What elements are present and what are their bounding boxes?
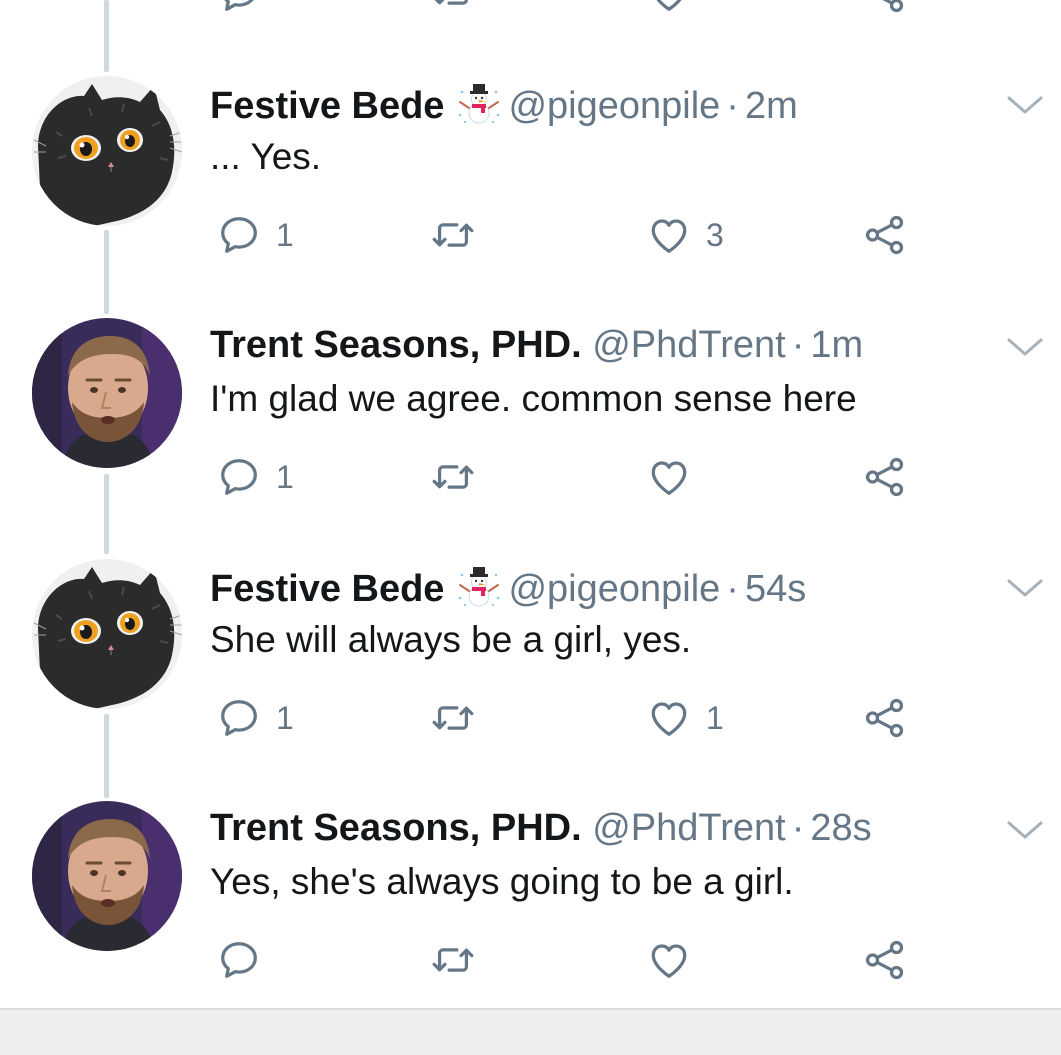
reply-icon	[216, 695, 262, 741]
share-icon	[862, 695, 908, 741]
tweet-header: Festive Bede @pigeonpile · 54s	[210, 563, 806, 612]
separator: ·	[791, 807, 805, 849]
reply-button[interactable]	[216, 937, 276, 983]
retweet-icon	[430, 937, 476, 983]
heart-icon[interactable]	[646, 0, 692, 16]
retweet-icon	[430, 695, 476, 741]
display-name[interactable]: Festive Bede	[210, 85, 444, 127]
snowman-emoji-icon	[456, 563, 502, 609]
reply-count: 1	[276, 699, 294, 736]
like-button[interactable]	[646, 937, 706, 983]
reply-button[interactable]: 1	[216, 212, 294, 258]
avatar[interactable]	[32, 76, 182, 226]
like-button[interactable]: 3	[646, 212, 724, 258]
snowman-emoji-icon	[456, 80, 502, 126]
previous-tweet-actions	[210, 0, 930, 10]
tweet-actions: 1	[210, 454, 930, 500]
tweet[interactable]: Trent Seasons, PHD. @PhdTrent · 1m I'm gla…	[0, 318, 1061, 558]
reply-icon	[216, 212, 262, 258]
reply-button[interactable]: 1	[216, 695, 294, 741]
reply-button[interactable]: 1	[216, 454, 294, 500]
handle[interactable]: @pigeonpile	[508, 85, 720, 127]
avatar[interactable]	[32, 318, 182, 468]
chevron-down-icon[interactable]	[1004, 332, 1046, 362]
like-button[interactable]: 1	[646, 695, 724, 741]
share-button[interactable]	[862, 937, 908, 983]
tweet-header: Trent Seasons, PHD. @PhdTrent · 1m	[210, 322, 863, 368]
tweet[interactable]: Festive Bede @pigeonpile · 2m ... Yes. 1 3	[0, 76, 1061, 316]
reply-icon	[216, 454, 262, 500]
bottom-bar	[0, 1008, 1061, 1055]
handle[interactable]: @PhdTrent	[592, 807, 785, 849]
chevron-down-icon[interactable]	[1004, 90, 1046, 120]
retweet-button[interactable]	[430, 454, 490, 500]
man-portrait-avatar	[32, 801, 182, 951]
tweet-text: ... Yes.	[210, 136, 322, 177]
reply-icon	[216, 937, 262, 983]
retweet-button[interactable]	[430, 212, 490, 258]
heart-icon	[646, 454, 692, 500]
like-button[interactable]	[646, 454, 706, 500]
separator: ·	[726, 568, 739, 610]
tweet-actions	[210, 937, 930, 983]
reply-count: 1	[276, 458, 294, 495]
like-count: 1	[706, 699, 724, 736]
heart-icon	[646, 212, 692, 258]
tweet-header: Festive Bede @pigeonpile · 2m	[210, 80, 798, 129]
retweet-icon	[430, 454, 476, 500]
timestamp[interactable]: 28s	[810, 807, 871, 849]
man-portrait-avatar	[32, 318, 182, 468]
tweet[interactable]: Festive Bede @pigeonpile · 54s She will alw…	[0, 559, 1061, 799]
timestamp[interactable]: 2m	[745, 85, 798, 127]
retweet-icon[interactable]	[430, 0, 476, 16]
tweet-text: I'm glad we agree. common sense here	[210, 378, 857, 419]
share-button[interactable]	[862, 695, 908, 741]
tweet-text: She will always be a girl, yes.	[210, 619, 692, 660]
avatar[interactable]	[32, 801, 182, 951]
heart-icon	[646, 937, 692, 983]
tweet-actions: 1 1	[210, 695, 930, 741]
retweet-button[interactable]	[430, 937, 490, 983]
handle[interactable]: @pigeonpile	[508, 568, 720, 610]
share-button[interactable]	[862, 454, 908, 500]
timestamp[interactable]: 1m	[810, 324, 863, 366]
share-button[interactable]	[862, 212, 908, 258]
heart-icon	[646, 695, 692, 741]
like-count: 3	[706, 216, 724, 253]
separator: ·	[791, 324, 805, 366]
timestamp[interactable]: 54s	[745, 568, 806, 610]
display-name[interactable]: Festive Bede	[210, 568, 444, 610]
black-cat-avatar	[32, 76, 182, 226]
share-icon[interactable]	[862, 0, 908, 16]
retweet-button[interactable]	[430, 695, 490, 741]
tweet-actions: 1 3	[210, 212, 930, 258]
tweet-text: Yes, she's always going to be a girl.	[210, 861, 794, 902]
display-name[interactable]: Trent Seasons, PHD.	[210, 324, 582, 366]
share-icon	[862, 212, 908, 258]
share-icon	[862, 937, 908, 983]
handle[interactable]: @PhdTrent	[592, 324, 785, 366]
share-icon	[862, 454, 908, 500]
reply-count: 1	[276, 216, 294, 253]
avatar[interactable]	[32, 559, 182, 709]
tweet-header: Trent Seasons, PHD. @PhdTrent · 28s	[210, 805, 872, 851]
chevron-down-icon[interactable]	[1004, 573, 1046, 603]
tweet[interactable]: Trent Seasons, PHD. @PhdTrent · 28s Yes, s…	[0, 801, 1061, 1041]
reply-icon[interactable]	[216, 0, 262, 16]
black-cat-avatar	[32, 559, 182, 709]
separator: ·	[726, 85, 739, 127]
thread-line-top	[104, 0, 109, 72]
retweet-icon	[430, 212, 476, 258]
display-name[interactable]: Trent Seasons, PHD.	[210, 807, 582, 849]
chevron-down-icon[interactable]	[1004, 815, 1046, 845]
